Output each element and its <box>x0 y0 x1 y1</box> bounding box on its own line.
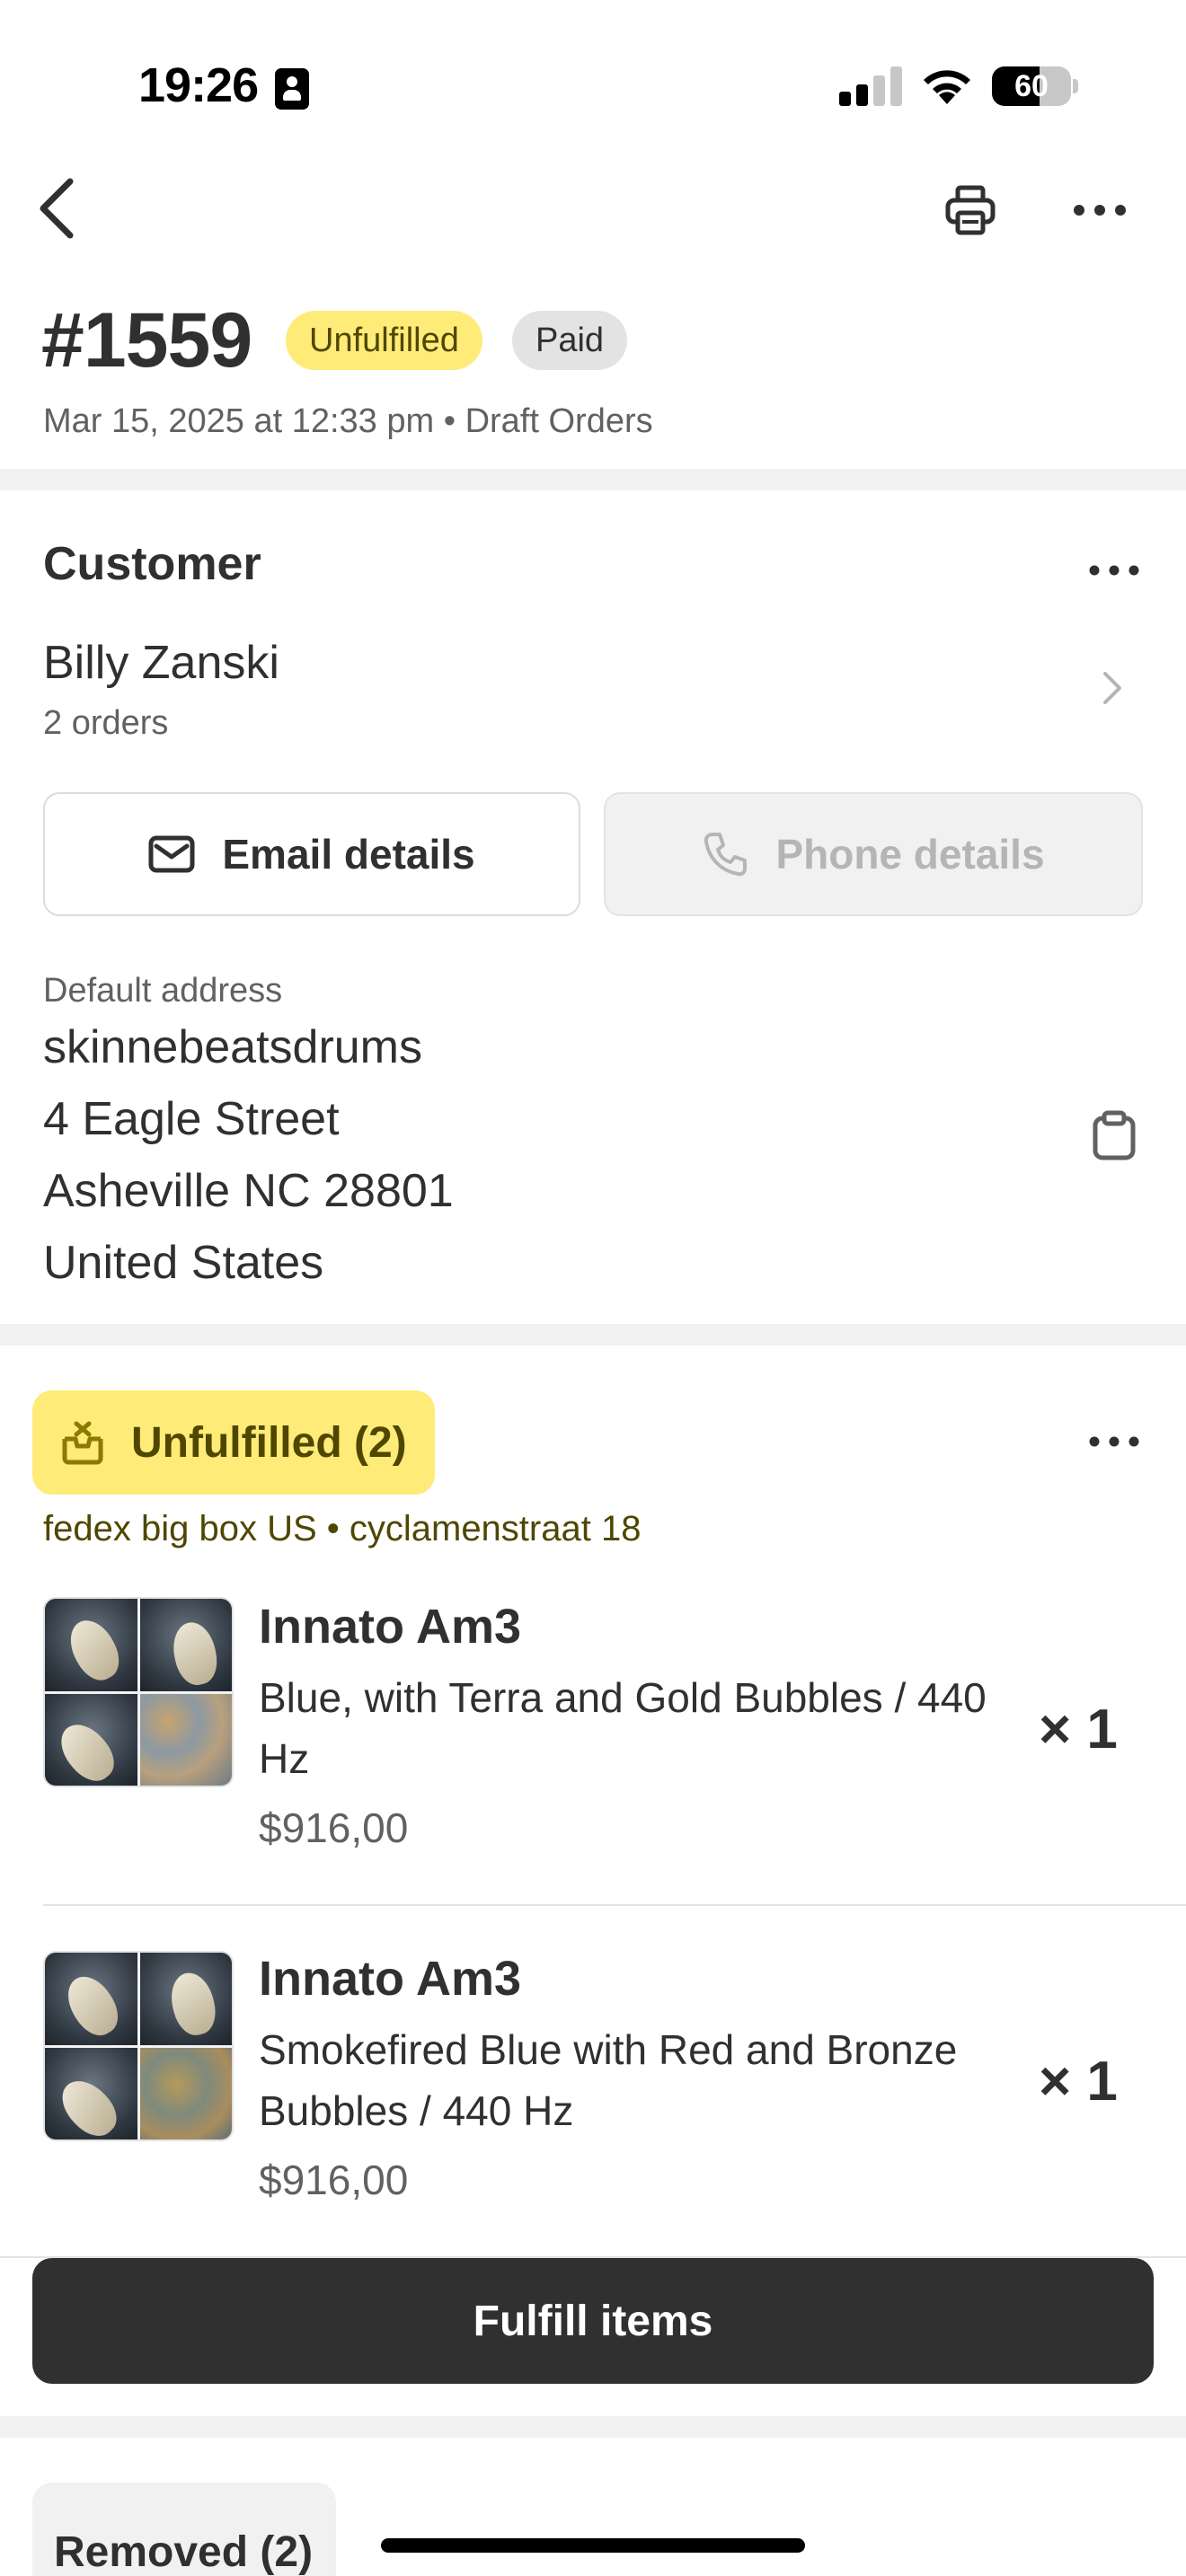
section-divider <box>0 469 1186 490</box>
more-icon <box>1074 205 1126 216</box>
back-chevron-icon <box>40 178 74 239</box>
line-item-title[interactable]: Innato Am3 <box>259 1599 521 1654</box>
print-button[interactable] <box>927 167 1013 253</box>
clipboard-icon <box>1093 1110 1136 1160</box>
more-actions-button[interactable] <box>1057 167 1143 253</box>
address-line: 4 Eagle Street <box>43 1093 340 1145</box>
order-number: #1559 <box>41 297 252 384</box>
phone-details-button[interactable]: Phone details <box>604 792 1143 916</box>
removed-items-tab[interactable]: Removed (2) <box>32 2483 336 2576</box>
email-details-button[interactable]: Email details <box>43 792 580 916</box>
back-button[interactable] <box>13 165 99 251</box>
product-thumbnail[interactable] <box>43 1597 234 1787</box>
focus-person-icon <box>275 68 309 110</box>
line-item-price: $916,00 <box>259 1804 409 1851</box>
customer-order-count: 2 orders <box>43 704 169 742</box>
unfulfilled-count-label: Unfulfilled (2) <box>131 1418 407 1467</box>
unfulfilled-box-icon <box>62 1421 103 1465</box>
line-item-variant: Blue, with Terra and Gold Bubbles / 440 … <box>259 1674 987 1782</box>
battery-icon: 60 <box>992 66 1078 106</box>
home-indicator <box>381 2538 805 2553</box>
unfulfilled-status-pill: Unfulfilled (2) <box>32 1390 435 1495</box>
section-divider <box>0 1324 1186 1345</box>
shipping-method: fedex big box US • cyclamenstraat 18 <box>43 1509 642 1548</box>
line-item-quantity: × 1 <box>1039 2051 1118 2113</box>
status-time: 19:26 <box>138 58 259 112</box>
customer-more-button[interactable] <box>1071 530 1157 611</box>
copy-address-button[interactable] <box>1089 1110 1139 1160</box>
more-icon <box>1089 565 1139 576</box>
section-divider <box>0 2416 1186 2438</box>
cellular-signal-icon <box>839 65 902 106</box>
line-item-title[interactable]: Innato Am3 <box>259 1951 521 2007</box>
customer-heading: Customer <box>43 538 261 590</box>
line-item-price: $916,00 <box>259 2157 409 2203</box>
customer-detail-link[interactable] <box>1089 665 1136 711</box>
fulfillment-status-badge: Unfulfilled <box>286 311 482 370</box>
address-line: United States <box>43 1237 324 1289</box>
item-divider <box>43 1904 1186 1906</box>
phone-details-label: Phone details <box>775 831 1045 878</box>
customer-name[interactable]: Billy Zanski <box>43 636 279 690</box>
chevron-right-icon <box>1103 672 1121 704</box>
order-meta: Mar 15, 2025 at 12:33 pm • Draft Orders <box>43 402 653 440</box>
phone-icon <box>704 833 748 877</box>
default-address-label: Default address <box>43 972 283 1010</box>
printer-icon <box>945 185 996 235</box>
more-icon <box>1089 1436 1139 1447</box>
line-item-variant: Smokefired Blue with Red and Bronze Bubb… <box>259 2026 958 2134</box>
address-line: Asheville NC 28801 <box>43 1165 454 1217</box>
envelope-icon <box>148 835 195 873</box>
line-item-quantity: × 1 <box>1039 1698 1118 1760</box>
fulfillment-more-button[interactable] <box>1071 1401 1157 1482</box>
battery-percent: 60 <box>1014 69 1049 103</box>
payment-status-badge: Paid <box>512 311 628 370</box>
fulfill-items-button[interactable]: Fulfill items <box>32 2258 1154 2384</box>
address-line: skinnebeatsdrums <box>43 1021 422 1073</box>
product-thumbnail[interactable] <box>43 1951 234 2141</box>
email-details-label: Email details <box>222 831 475 878</box>
wifi-icon <box>920 65 974 106</box>
